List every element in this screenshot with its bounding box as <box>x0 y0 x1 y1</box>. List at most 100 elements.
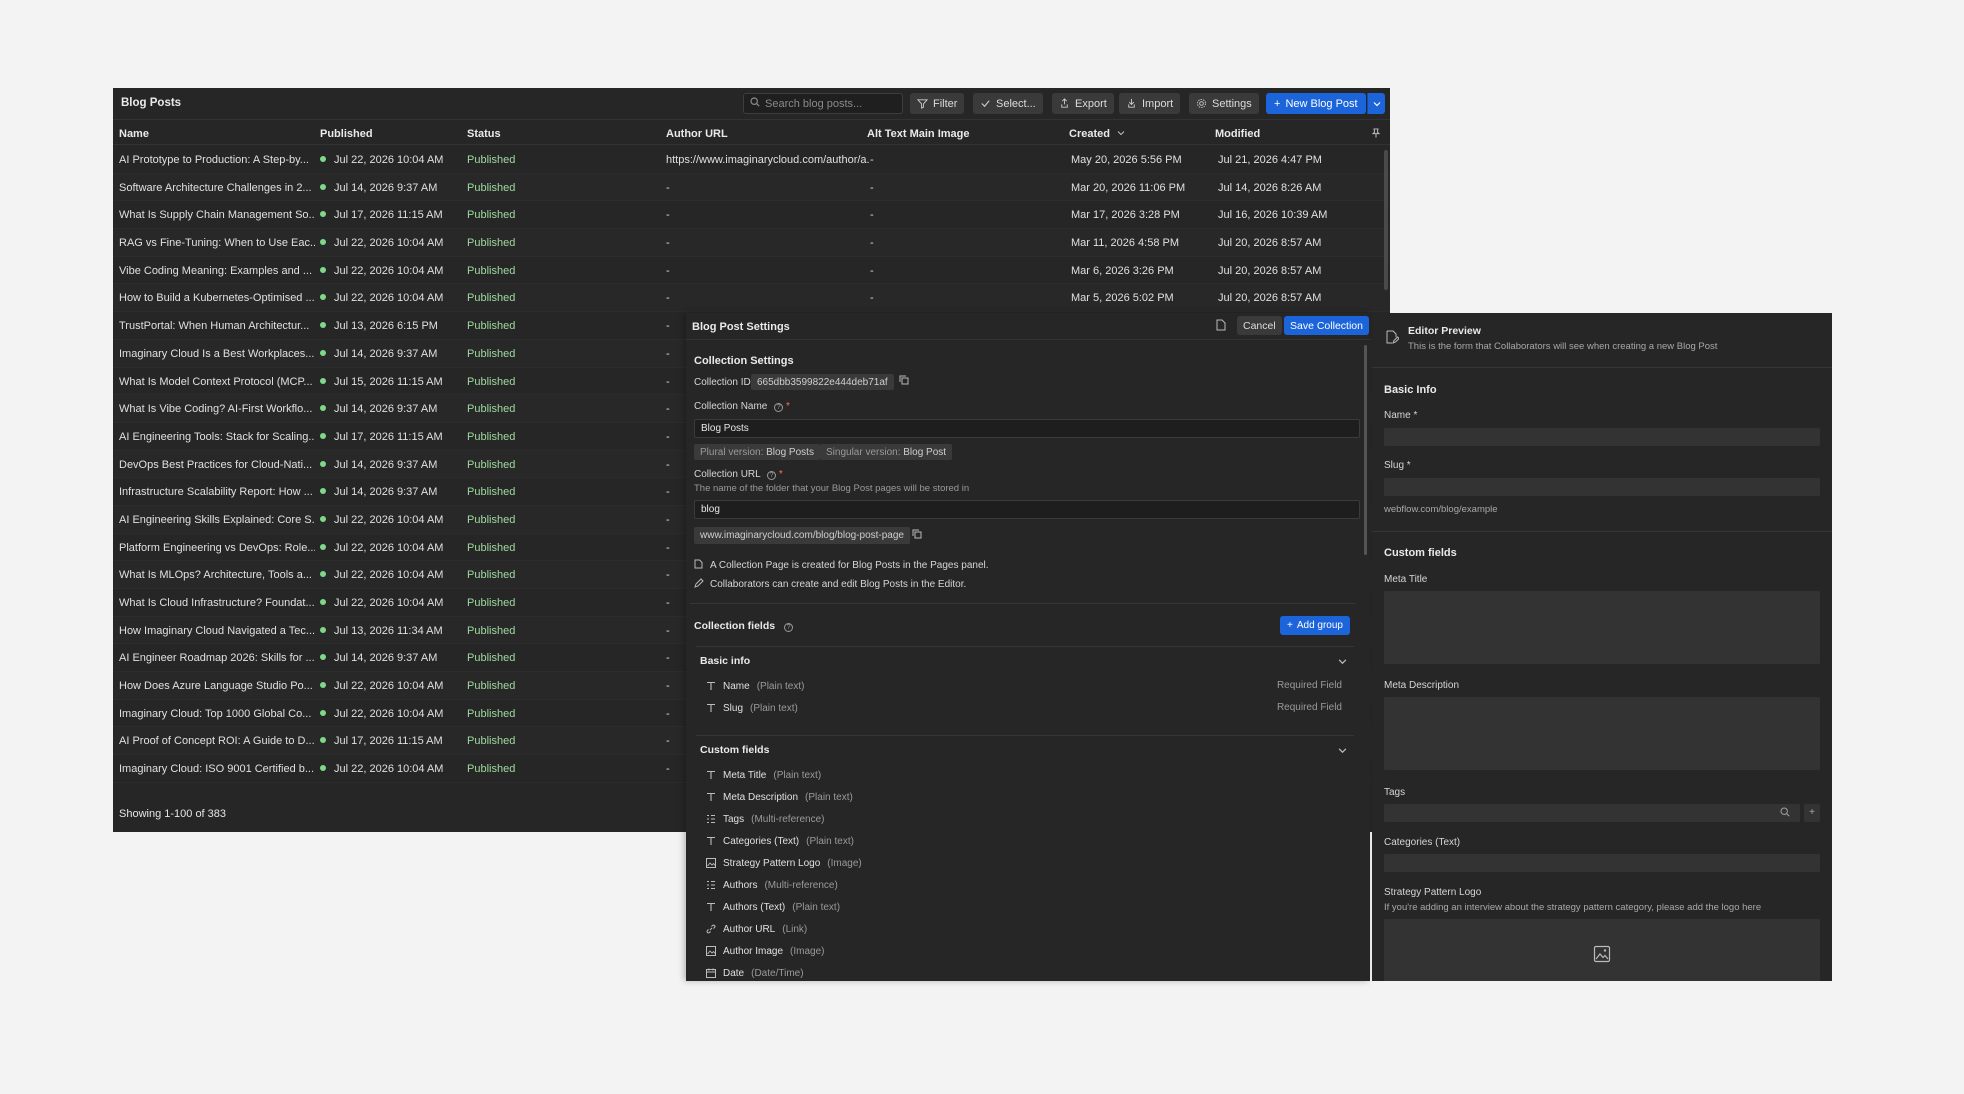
copy-icon[interactable] <box>899 375 909 388</box>
import-button[interactable]: Import <box>1119 93 1181 114</box>
cell-name: Platform Engineering vs DevOps: Role... <box>119 542 315 554</box>
meta-description-field[interactable] <box>1384 697 1820 770</box>
settings-header: Blog Post Settings Cancel Save Collectio… <box>686 313 1370 340</box>
text-icon <box>707 792 715 801</box>
cell-author-url: - <box>666 376 670 388</box>
collection-url-input[interactable]: blog <box>694 500 1360 519</box>
copy-url-icon[interactable] <box>912 529 922 542</box>
published-dot-icon <box>320 460 326 467</box>
strategy-logo-upload[interactable] <box>1384 919 1820 981</box>
cell-author-url-text: - <box>666 292 670 305</box>
table-scrollbar[interactable] <box>1384 150 1388 290</box>
column-header-name[interactable]: Name <box>119 128 149 140</box>
cell-status: Published <box>467 376 515 388</box>
cell-name-text: Imaginary Cloud: Top 1000 Global Co... <box>119 707 312 720</box>
field-row[interactable]: Strategy Pattern Logo (Image) <box>706 856 862 870</box>
field-row[interactable]: Meta Title (Plain text) <box>706 768 821 782</box>
basic-info-group-title[interactable]: Basic info <box>700 655 750 667</box>
categories-field[interactable] <box>1384 854 1820 872</box>
document-icon[interactable] <box>1216 319 1226 334</box>
search-input[interactable] <box>765 97 895 110</box>
cell-status-text: Published <box>467 624 516 637</box>
column-header-created[interactable]: Created <box>1069 128 1125 140</box>
search-box[interactable] <box>743 93 903 114</box>
search-icon[interactable] <box>1780 807 1790 820</box>
cell-author-url: - <box>666 182 670 194</box>
cell-author-url-text: - <box>666 513 670 526</box>
cell-author-url: - <box>666 680 670 692</box>
cell-alt-text-text: - <box>870 209 874 222</box>
help-icon[interactable]: ? <box>774 403 784 412</box>
required-field-note: Required Field <box>1276 702 1342 713</box>
cell-name-text: DevOps Best Practices for Cloud-Nati... <box>119 458 313 471</box>
export-button[interactable]: Export <box>1052 93 1114 114</box>
add-tag-button[interactable]: + <box>1804 804 1820 822</box>
settings-button[interactable]: Settings <box>1189 93 1259 114</box>
table-row[interactable]: AI Prototype to Production: A Step-by...… <box>113 146 1390 174</box>
chevron-down-icon[interactable] <box>1338 746 1347 758</box>
page-icon <box>694 559 703 569</box>
help-icon[interactable]: ? <box>784 623 794 632</box>
cell-author-url-text: - <box>666 569 670 582</box>
help-icon[interactable]: ? <box>767 471 777 480</box>
field-type: (Plain text) <box>750 702 798 714</box>
published-dot-icon <box>320 432 326 439</box>
column-header-alt-text[interactable]: Alt Text Main Image <box>867 128 969 140</box>
field-row[interactable]: Name (Plain text) <box>706 679 804 693</box>
cell-author-url: - <box>666 431 670 443</box>
collection-name-input[interactable]: Blog Posts <box>694 419 1360 438</box>
field-row[interactable]: Tags (Multi-reference) <box>706 812 824 826</box>
field-row[interactable]: Author URL (Link) <box>706 922 807 936</box>
settings-scrollbar[interactable] <box>1364 345 1367 555</box>
chevron-down-icon[interactable] <box>1338 657 1347 669</box>
cell-status-text: Published <box>467 209 516 222</box>
field-row[interactable]: Author Image (Image) <box>706 944 825 958</box>
text-icon <box>707 770 715 779</box>
pin-icon[interactable] <box>1371 128 1381 141</box>
custom-fields-group-title[interactable]: Custom fields <box>700 744 769 756</box>
name-field[interactable] <box>1384 428 1820 446</box>
cell-modified-text: Jul 16, 2026 10:39 AM <box>1218 209 1328 222</box>
column-header-modified[interactable]: Modified <box>1215 128 1260 140</box>
published-dot-icon <box>320 765 326 772</box>
column-header-status[interactable]: Status <box>467 128 501 140</box>
published-dot-icon <box>320 183 326 190</box>
select-button[interactable]: Select... <box>973 93 1043 114</box>
meta-title-field[interactable] <box>1384 591 1820 664</box>
url-preview-chip: www.imaginarycloud.com/blog/blog-post-pa… <box>694 527 910 544</box>
add-group-button[interactable]: + Add group <box>1280 616 1350 635</box>
cell-name: How Does Azure Language Studio Po... <box>119 680 313 692</box>
filter-button[interactable]: Filter <box>910 93 965 114</box>
new-post-dropdown-button[interactable] <box>1367 93 1385 114</box>
column-header-author-url[interactable]: Author URL <box>666 128 728 140</box>
cell-published: Jul 22, 2026 10:04 AM <box>320 514 443 526</box>
new-blog-post-button[interactable]: + New Blog Post <box>1266 93 1366 114</box>
table-row[interactable]: Vibe Coding Meaning: Examples and ... Jul… <box>113 257 1390 285</box>
cell-name: Software Architecture Challenges in 2... <box>119 182 312 194</box>
save-collection-button[interactable]: Save Collection <box>1284 316 1369 335</box>
cell-published: Jul 14, 2026 9:37 AM <box>320 348 437 360</box>
cancel-button[interactable]: Cancel <box>1237 316 1282 335</box>
column-header-published[interactable]: Published <box>320 128 373 140</box>
tags-field[interactable] <box>1384 804 1800 822</box>
table-row[interactable]: How to Build a Kubernetes-Optimised ... J… <box>113 284 1390 313</box>
slug-field[interactable] <box>1384 478 1820 496</box>
table-row[interactable]: What Is Supply Chain Management So... Jul… <box>113 201 1390 230</box>
table-row[interactable]: Software Architecture Challenges in 2...… <box>113 173 1390 202</box>
field-row[interactable]: Authors (Text) (Plain text) <box>706 900 840 914</box>
chevron-down-icon <box>1373 101 1380 106</box>
cell-published-text: Jul 14, 2026 9:37 AM <box>334 403 438 416</box>
cell-author-url-text: - <box>666 209 670 222</box>
table-row[interactable]: RAG vs Fine-Tuning: When to Use Eac... Ju… <box>113 229 1390 257</box>
field-row[interactable]: Authors (Multi-reference) <box>706 878 838 892</box>
field-row[interactable]: Slug (Plain text) <box>706 701 798 715</box>
divider <box>696 735 1354 736</box>
cell-created-text: May 20, 2026 5:56 PM <box>1071 154 1182 166</box>
field-row[interactable]: Meta Description (Plain text) <box>706 790 853 804</box>
published-dot-icon <box>320 543 326 550</box>
cell-created-text: Mar 5, 2026 5:02 PM <box>1071 292 1174 305</box>
published-dot-icon <box>320 377 326 384</box>
cell-name-text: How Does Azure Language Studio Po... <box>119 680 313 693</box>
field-row[interactable]: Categories (Text) (Plain text) <box>706 834 854 848</box>
field-row[interactable]: Date (Date/Time) <box>706 966 804 980</box>
